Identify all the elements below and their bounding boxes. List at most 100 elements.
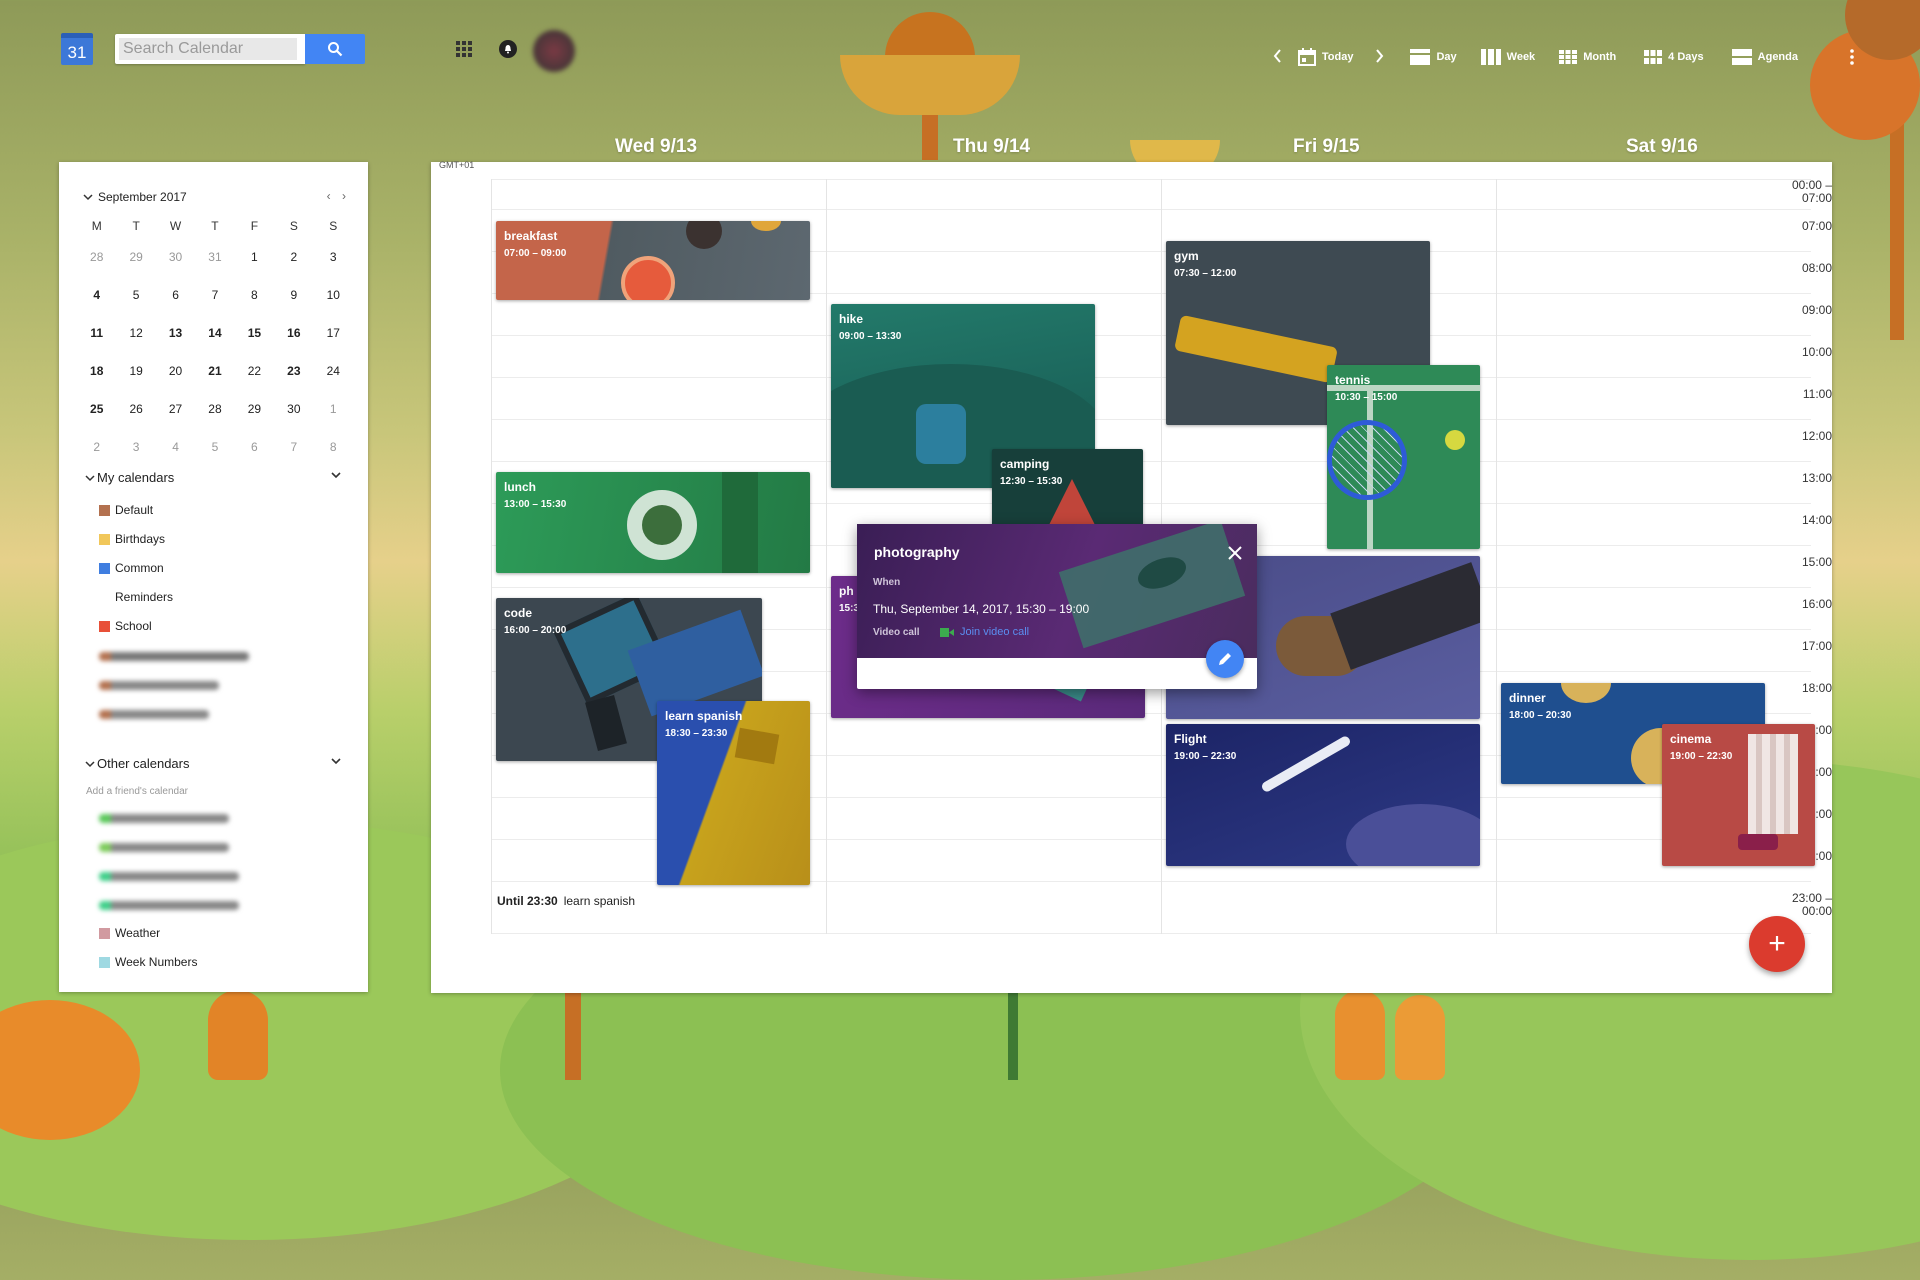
mini-day[interactable]: 4 xyxy=(156,428,195,466)
blurred-calendar-item[interactable] xyxy=(99,681,219,690)
blurred-calendar-item[interactable] xyxy=(99,872,239,881)
mini-day[interactable]: 16 xyxy=(274,314,313,352)
calendar-item-weather[interactable]: Weather xyxy=(99,926,160,940)
mini-day[interactable]: 29 xyxy=(116,238,155,276)
event-learn-spanish[interactable]: learn spanish 18:30 – 23:30 xyxy=(657,701,810,885)
popup-when-label: When xyxy=(873,577,901,588)
mini-day[interactable]: 8 xyxy=(235,276,274,314)
other-calendars-toggle[interactable] xyxy=(331,756,341,768)
mini-day[interactable]: 12 xyxy=(116,314,155,352)
mini-day[interactable]: 1 xyxy=(235,238,274,276)
mini-day[interactable]: 27 xyxy=(156,390,195,428)
close-button[interactable] xyxy=(1228,544,1242,565)
apps-grid-icon[interactable] xyxy=(456,41,472,62)
mini-next-month-button[interactable]: › xyxy=(342,189,346,203)
mini-day[interactable]: 31 xyxy=(195,238,234,276)
mini-day[interactable]: 30 xyxy=(156,238,195,276)
mini-day[interactable]: 28 xyxy=(77,238,116,276)
mini-day[interactable]: 4 xyxy=(77,276,116,314)
previous-period-button[interactable] xyxy=(1273,48,1282,66)
event-tennis[interactable]: tennis 10:30 – 15:00 xyxy=(1327,365,1480,549)
mini-day[interactable]: 7 xyxy=(274,428,313,466)
mini-day[interactable]: 3 xyxy=(116,428,155,466)
mini-day[interactable]: 1 xyxy=(314,390,353,428)
blurred-calendar-item[interactable] xyxy=(99,710,209,719)
until-indicator[interactable]: Until 23:30 learn spanish xyxy=(497,894,635,908)
event-breakfast[interactable]: breakfast 07:00 – 09:00 xyxy=(496,221,810,300)
mini-day[interactable]: 21 xyxy=(195,352,234,390)
next-period-button[interactable] xyxy=(1375,48,1384,66)
mini-day[interactable]: 9 xyxy=(274,276,313,314)
day-header-wed[interactable]: Wed 9/13 xyxy=(615,136,697,158)
mini-day[interactable]: 22 xyxy=(235,352,274,390)
mini-day[interactable]: 17 xyxy=(314,314,353,352)
mini-day[interactable]: 2 xyxy=(77,428,116,466)
mini-day[interactable]: 29 xyxy=(235,390,274,428)
mini-day[interactable]: 25 xyxy=(77,390,116,428)
mini-week-row: 11 12 13 14 15 16 17 xyxy=(77,314,353,352)
blurred-calendar-item[interactable] xyxy=(99,814,229,823)
mini-weekday-row: M T W T F S S xyxy=(77,214,353,238)
search-input[interactable] xyxy=(119,38,297,60)
mini-day[interactable]: 10 xyxy=(314,276,353,314)
my-calendars-header[interactable]: My calendars xyxy=(85,470,174,485)
calendar-item-school[interactable]: School xyxy=(99,619,152,633)
mini-day[interactable]: 11 xyxy=(77,314,116,352)
mini-day[interactable]: 19 xyxy=(116,352,155,390)
create-event-button[interactable]: + xyxy=(1749,916,1805,972)
mini-day[interactable]: 6 xyxy=(156,276,195,314)
four-days-view-icon xyxy=(1644,50,1663,64)
today-button[interactable]: Today xyxy=(1297,48,1353,66)
other-calendars-header[interactable]: Other calendars xyxy=(85,756,190,771)
more-options-icon[interactable] xyxy=(1850,49,1860,65)
event-time: 19:00 – 22:30 xyxy=(1174,751,1237,762)
event-camping[interactable]: camping 12:30 – 15:30 xyxy=(992,449,1143,529)
mini-day[interactable]: 24 xyxy=(314,352,353,390)
mini-day[interactable]: 7 xyxy=(195,276,234,314)
month-view-button[interactable]: Month xyxy=(1559,50,1616,64)
event-cinema[interactable]: cinema 19:00 – 22:30 xyxy=(1662,724,1815,866)
blurred-calendar-item[interactable] xyxy=(99,652,249,661)
search-button[interactable] xyxy=(305,34,365,64)
mini-day[interactable]: 5 xyxy=(195,428,234,466)
mini-day[interactable]: 15 xyxy=(235,314,274,352)
day-header-sat[interactable]: Sat 9/16 xyxy=(1626,136,1698,158)
event-flight[interactable]: Flight 19:00 – 22:30 xyxy=(1166,724,1480,866)
mini-day[interactable]: 14 xyxy=(195,314,234,352)
mini-day[interactable]: 8 xyxy=(314,428,353,466)
four-days-view-button[interactable]: 4 Days xyxy=(1644,50,1704,64)
mini-calendar-month[interactable]: September 2017 xyxy=(83,190,187,204)
edit-event-button[interactable] xyxy=(1206,640,1244,678)
mini-day[interactable]: 26 xyxy=(116,390,155,428)
day-header-fri[interactable]: Fri 9/15 xyxy=(1293,136,1360,158)
mini-day[interactable]: 2 xyxy=(274,238,313,276)
add-friend-calendar-input[interactable]: Add a friend's calendar xyxy=(86,786,188,797)
blurred-calendar-item[interactable] xyxy=(99,843,229,852)
mini-day[interactable]: 5 xyxy=(116,276,155,314)
avatar[interactable] xyxy=(533,30,575,72)
agenda-view-button[interactable]: Agenda xyxy=(1731,49,1798,65)
mini-day[interactable]: 13 xyxy=(156,314,195,352)
calendar-item-common[interactable]: Common xyxy=(99,561,164,575)
mini-day[interactable]: 6 xyxy=(235,428,274,466)
calendar-logo[interactable]: 31 xyxy=(61,33,93,65)
mini-day[interactable]: 20 xyxy=(156,352,195,390)
mini-day[interactable]: 30 xyxy=(274,390,313,428)
calendar-item-birthdays[interactable]: Birthdays xyxy=(99,532,165,546)
week-view-button[interactable]: Week xyxy=(1480,49,1535,65)
mini-day[interactable]: 28 xyxy=(195,390,234,428)
mini-day[interactable]: 3 xyxy=(314,238,353,276)
mini-day[interactable]: 18 xyxy=(77,352,116,390)
my-calendars-toggle[interactable] xyxy=(331,470,341,482)
calendar-item-week-numbers[interactable]: Week Numbers xyxy=(99,955,197,969)
calendar-item-reminders[interactable]: Reminders xyxy=(99,590,173,604)
day-view-button[interactable]: Day xyxy=(1410,49,1457,65)
calendar-item-default[interactable]: Default xyxy=(99,503,153,517)
mini-day[interactable]: 23 xyxy=(274,352,313,390)
blurred-calendar-item[interactable] xyxy=(99,901,239,910)
notifications-icon[interactable] xyxy=(499,40,517,58)
mini-prev-month-button[interactable]: ‹ xyxy=(327,189,331,203)
day-header-thu[interactable]: Thu 9/14 xyxy=(953,136,1030,158)
join-video-call-link[interactable]: Join video call xyxy=(940,626,1029,638)
event-lunch[interactable]: lunch 13:00 – 15:30 xyxy=(496,472,810,573)
